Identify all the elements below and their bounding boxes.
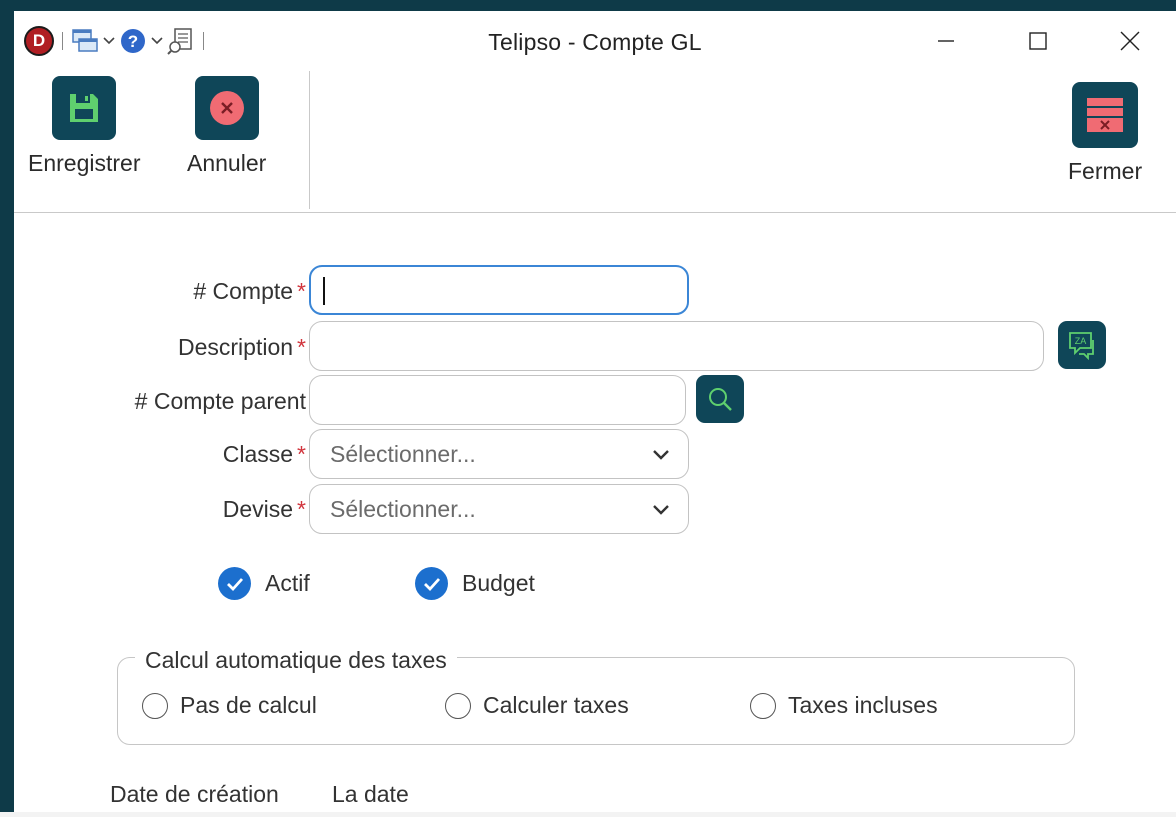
translate-button[interactable]: ZA: [1058, 321, 1106, 369]
creation-date-value: La date: [332, 781, 409, 807]
currency-select[interactable]: Sélectionner...: [309, 484, 689, 534]
close-icon: [1120, 31, 1140, 51]
maximize-icon: [1029, 32, 1047, 50]
window-frame-top: [0, 0, 1176, 11]
currency-label-text: Devise: [222, 496, 294, 522]
checkmark-icon: [218, 567, 251, 600]
account-label-text: # Compte: [193, 278, 294, 304]
currency-label: Devise *: [223, 496, 306, 523]
radio-taxes-included[interactable]: Taxes incluses: [750, 692, 938, 719]
required-mark: *: [297, 278, 306, 304]
cancel-icon: [194, 76, 259, 140]
class-select[interactable]: Sélectionner...: [309, 429, 689, 479]
description-label: Description *: [178, 334, 306, 361]
save-label: Enregistrer: [28, 150, 141, 176]
radio-label: Calculer taxes: [483, 692, 629, 718]
parent-account-input[interactable]: [309, 375, 686, 425]
minimize-icon: [938, 40, 954, 42]
save-icon: [52, 76, 117, 140]
checkmark-icon: [415, 567, 448, 600]
radio-circle: [750, 692, 776, 719]
window-controls: [900, 11, 1176, 71]
class-select-value: Sélectionner...: [330, 441, 476, 467]
budget-label: Budget: [462, 570, 535, 596]
save-button[interactable]: Enregistrer: [28, 76, 140, 177]
toolbar-divider: [62, 32, 63, 50]
search-parent-button[interactable]: [696, 375, 744, 423]
class-label-text: Classe: [222, 441, 294, 467]
required-mark: *: [297, 441, 306, 467]
active-checkbox[interactable]: Actif: [218, 567, 310, 600]
toolbar-divider: [203, 32, 204, 50]
document-search-icon[interactable]: [167, 27, 195, 55]
maximize-button[interactable]: [992, 11, 1084, 71]
window-frame-bottom: [0, 812, 1176, 817]
help-icon[interactable]: ?: [119, 27, 147, 55]
close-form-label: Fermer: [1068, 158, 1143, 184]
radio-label: Taxes incluses: [788, 692, 938, 718]
quick-access-toolbar: D ?: [24, 25, 208, 57]
svg-text:?: ?: [128, 32, 138, 51]
currency-select-value: Sélectionner...: [330, 496, 476, 522]
windows-cascade-icon[interactable]: [71, 27, 99, 55]
radio-label: Pas de calcul: [180, 692, 317, 718]
budget-checkbox[interactable]: Budget: [415, 567, 535, 600]
translate-icon: ZA: [1069, 332, 1094, 360]
required-mark: *: [297, 496, 306, 522]
close-window-icon: [1072, 82, 1139, 148]
radio-no-calculation[interactable]: Pas de calcul: [142, 692, 317, 719]
cancel-button[interactable]: Annuler: [187, 76, 266, 177]
parent-account-label: # Compte parent: [134, 388, 306, 414]
account-label: # Compte *: [193, 278, 306, 305]
radio-circle: [142, 692, 168, 719]
radio-circle: [445, 692, 471, 719]
tax-group-legend: Calcul automatique des taxes: [135, 647, 457, 674]
chevron-down-icon: [653, 505, 669, 515]
chevron-down-icon: [653, 450, 669, 460]
class-label: Classe *: [223, 441, 306, 468]
search-icon: [709, 388, 732, 411]
svg-text:ZA: ZA: [1075, 336, 1087, 346]
title-bar: D ? Telipso - Compte GL: [14, 11, 1176, 71]
app-window: D ? Telipso - Compte GL Enregistrer Annu…: [14, 11, 1176, 812]
window-frame-left: [0, 0, 14, 817]
text-caret: [323, 277, 325, 305]
minimize-button[interactable]: [900, 11, 992, 71]
app-logo-letter: D: [32, 31, 46, 50]
chevron-down-icon[interactable]: [151, 34, 163, 48]
app-logo-icon[interactable]: D: [24, 26, 54, 56]
ribbon-divider: [309, 71, 310, 209]
active-label: Actif: [265, 570, 310, 596]
description-label-text: Description: [178, 334, 294, 360]
close-window-button[interactable]: [1084, 11, 1176, 71]
radio-calculate-taxes[interactable]: Calculer taxes: [445, 692, 629, 719]
account-number-input[interactable]: [309, 265, 689, 315]
close-form-button[interactable]: Fermer: [1068, 82, 1142, 185]
required-mark: *: [297, 334, 306, 360]
ribbon-toolbar: Enregistrer Annuler Fermer: [14, 71, 1176, 213]
description-input[interactable]: [309, 321, 1044, 371]
creation-date-label: Date de création: [110, 781, 279, 807]
chevron-down-icon[interactable]: [103, 34, 115, 48]
cancel-label: Annuler: [187, 150, 267, 176]
